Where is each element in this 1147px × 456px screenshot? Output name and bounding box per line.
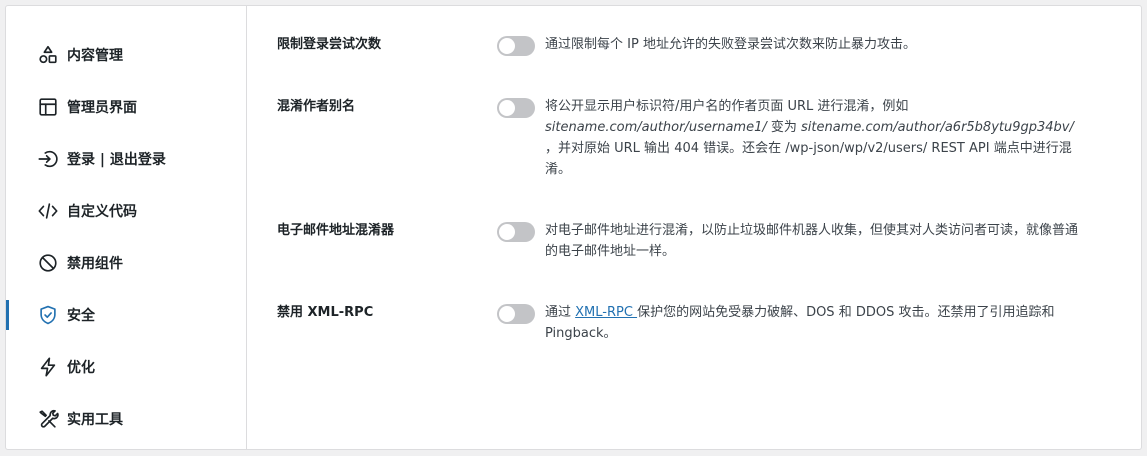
setting-description: 将公开显示用户标识符/用户名的作者页面 URL 进行混淆，例如 sitename.… xyxy=(545,96,1090,180)
sidebar-item-utilities[interactable]: 实用工具 xyxy=(6,393,246,445)
xmlrpc-link[interactable]: XML-RPC xyxy=(575,305,637,320)
sidebar-item-label: 禁用组件 xyxy=(67,256,123,272)
shapes-icon xyxy=(37,44,59,66)
toggle-knob xyxy=(499,224,515,240)
limit-login-toggle[interactable] xyxy=(497,36,535,56)
setting-label: 禁用 XML-RPC xyxy=(277,305,374,320)
sidebar-item-label: 登录 | 退出登录 xyxy=(67,152,166,168)
email-obfuscator-toggle[interactable] xyxy=(497,222,535,242)
code-icon xyxy=(37,200,59,222)
sidebar-item-label: 实用工具 xyxy=(67,412,123,428)
desc-text: ，并对原始 URL 输出 404 错误。还会在 /wp-json/wp/v2/u… xyxy=(545,141,1072,177)
setting-description: 通过限制每个 IP 地址允许的失败登录尝试次数来防止暴力攻击。 xyxy=(545,37,916,52)
sidebar-item-label: 管理员界面 xyxy=(67,100,137,116)
sidebar-item-content-management[interactable]: 内容管理 xyxy=(6,29,246,81)
sidebar-item-label: 自定义代码 xyxy=(67,204,137,220)
toggle-knob xyxy=(499,100,515,116)
setting-obfuscate-author: 混淆作者别名 将公开显示用户标识符/用户名的作者页面 URL 进行混淆，例如 si… xyxy=(247,96,1141,180)
desc-text: 通过 xyxy=(545,305,576,320)
obfuscate-author-toggle[interactable] xyxy=(497,98,535,118)
sidebar-item-admin-interface[interactable]: 管理员界面 xyxy=(6,81,246,133)
setting-description: 通过 XML-RPC 保护您的网站免受暴力破解、DOS 和 DDOS 攻击。还禁… xyxy=(545,302,1090,344)
toggle-knob xyxy=(499,38,515,54)
setting-limit-login: 限制登录尝试次数 通过限制每个 IP 地址允许的失败登录尝试次数来防止暴力攻击。 xyxy=(247,34,1141,56)
sidebar-item-security[interactable]: 安全 xyxy=(6,289,246,341)
setting-label: 电子邮件地址混淆器 xyxy=(277,223,395,238)
lightning-icon xyxy=(37,356,59,378)
sidebar-item-disable-components[interactable]: 禁用组件 xyxy=(6,237,246,289)
setting-label: 限制登录尝试次数 xyxy=(277,37,382,52)
toggle-knob xyxy=(499,306,515,322)
setting-disable-xmlrpc: 禁用 XML-RPC 通过 XML-RPC 保护您的网站免受暴力破解、DOS 和… xyxy=(247,302,1141,344)
setting-email-obfuscator: 电子邮件地址混淆器 对电子邮件地址进行混淆，以防止垃圾邮件机器人收集，但使其对人… xyxy=(247,220,1141,262)
sidebar-item-optimization[interactable]: 优化 xyxy=(6,341,246,393)
disable-xmlrpc-toggle[interactable] xyxy=(497,304,535,324)
settings-content: 限制登录尝试次数 通过限制每个 IP 地址允许的失败登录尝试次数来防止暴力攻击。… xyxy=(247,6,1141,449)
desc-example-after: sitename.com/author/a6r5b8ytu9gp34bv/ xyxy=(800,120,1074,135)
sidebar-item-label: 内容管理 xyxy=(67,48,123,64)
desc-text: 将公开显示用户标识符/用户名的作者页面 URL 进行混淆，例如 xyxy=(545,99,909,114)
desc-example-before: sitename.com/author/username1/ xyxy=(545,120,767,135)
ban-icon xyxy=(37,252,59,274)
shield-check-icon xyxy=(37,304,59,326)
sidebar-item-custom-code[interactable]: 自定义代码 xyxy=(6,185,246,237)
sidebar-item-label: 优化 xyxy=(67,360,95,376)
sidebar-item-label: 安全 xyxy=(67,308,95,324)
login-icon xyxy=(37,148,59,170)
settings-panel: 内容管理 管理员界面 登录 | 退出登录 自定义代码 禁用组件 安全 优化 实用… xyxy=(5,5,1142,450)
sidebar-item-login-logout[interactable]: 登录 | 退出登录 xyxy=(6,133,246,185)
desc-text: 变为 xyxy=(766,120,801,135)
setting-description: 对电子邮件地址进行混淆，以防止垃圾邮件机器人收集，但使其对人类访问者可读，就像普… xyxy=(545,223,1079,259)
layout-icon xyxy=(37,96,59,118)
tools-icon xyxy=(37,408,59,430)
settings-sidebar: 内容管理 管理员界面 登录 | 退出登录 自定义代码 禁用组件 安全 优化 实用… xyxy=(6,6,247,449)
setting-label: 混淆作者别名 xyxy=(277,99,356,114)
